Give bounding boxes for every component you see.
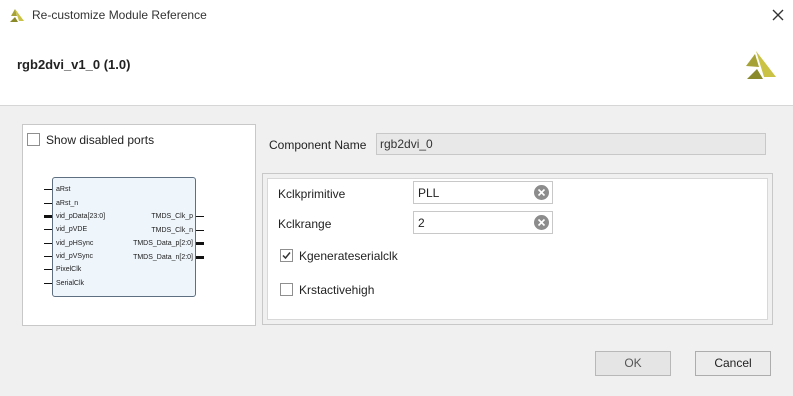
port-label-vid-pdata: vid_pData[23:0]	[56, 213, 106, 220]
kgenerateserialclk-checkbox[interactable]	[280, 249, 293, 262]
vivado-logo-icon	[746, 51, 776, 79]
port-pin	[196, 216, 204, 217]
port-pin	[196, 230, 204, 231]
kgenerateserialclk-toggle[interactable]: Kgenerateserialclk	[280, 249, 420, 265]
ip-title: rgb2dvi_v1_0 (1.0)	[17, 57, 131, 72]
krstactivehigh-toggle[interactable]: Krstactivehigh	[280, 283, 400, 299]
port-label-tmds-clk-p: TMDS_Clk_p	[151, 213, 193, 220]
port-label-tmds-data-p: TMDS_Data_p[2:0]	[133, 240, 193, 247]
krstactivehigh-checkbox[interactable]	[280, 283, 293, 296]
show-disabled-ports-checkbox[interactable]	[27, 133, 40, 146]
port-pin	[44, 229, 52, 230]
port-label-serialclk: SerialClk	[56, 280, 85, 287]
close-button[interactable]	[766, 4, 790, 26]
close-icon	[772, 9, 784, 21]
kclkrange-label: Kclkrange	[278, 217, 332, 231]
checkmark-icon	[282, 252, 291, 260]
port-label-vid-pvsync: vid_pVSync	[56, 253, 93, 260]
title-bar: Re-customize Module Reference	[0, 0, 793, 31]
window-title: Re-customize Module Reference	[32, 8, 207, 22]
cancel-button[interactable]: Cancel	[695, 351, 771, 376]
port-label-vid-phsync: vid_pHSync	[56, 240, 94, 247]
port-pin-bus	[44, 215, 52, 218]
port-label-pixelclk: PixelClk	[56, 266, 82, 273]
port-pin	[44, 203, 52, 204]
krstactivehigh-label: Krstactivehigh	[299, 283, 375, 297]
port-label-arst: aRst	[56, 186, 71, 193]
port-label-tmds-data-n: TMDS_Data_n[2:0]	[133, 254, 193, 261]
port-pin	[44, 269, 52, 270]
port-pin	[44, 256, 52, 257]
ok-button[interactable]: OK	[595, 351, 671, 376]
port-pin-bus	[196, 242, 204, 245]
ip-symbol-block	[52, 177, 196, 297]
port-label-arst-n: aRst_n	[56, 200, 79, 207]
port-label-vid-pvde: vid_pVDE	[56, 226, 88, 233]
component-name-label: Component Name	[269, 138, 367, 152]
kclkrange-value: 2	[418, 216, 425, 230]
kclkprimitive-label: Kclkprimitive	[278, 187, 346, 201]
port-pin-bus	[196, 256, 204, 259]
show-disabled-ports-label: Show disabled ports	[46, 133, 155, 147]
kgenerateserialclk-label: Kgenerateserialclk	[299, 249, 398, 263]
kclkrange-field[interactable]: 2	[413, 211, 553, 234]
dialog-header: rgb2dvi_v1_0 (1.0)	[0, 31, 793, 106]
port-pin	[44, 243, 52, 244]
component-name-field[interactable]: rgb2dvi_0	[376, 133, 766, 155]
port-pin	[44, 283, 52, 284]
port-label-tmds-clk-n: TMDS_Clk_n	[151, 227, 193, 234]
clear-icon[interactable]	[533, 184, 550, 201]
clear-icon[interactable]	[533, 214, 550, 231]
kclkprimitive-field[interactable]: PLL	[413, 181, 553, 204]
port-pin	[44, 189, 52, 190]
vivado-logo-icon	[10, 9, 24, 22]
kclkprimitive-value: PLL	[418, 186, 440, 200]
